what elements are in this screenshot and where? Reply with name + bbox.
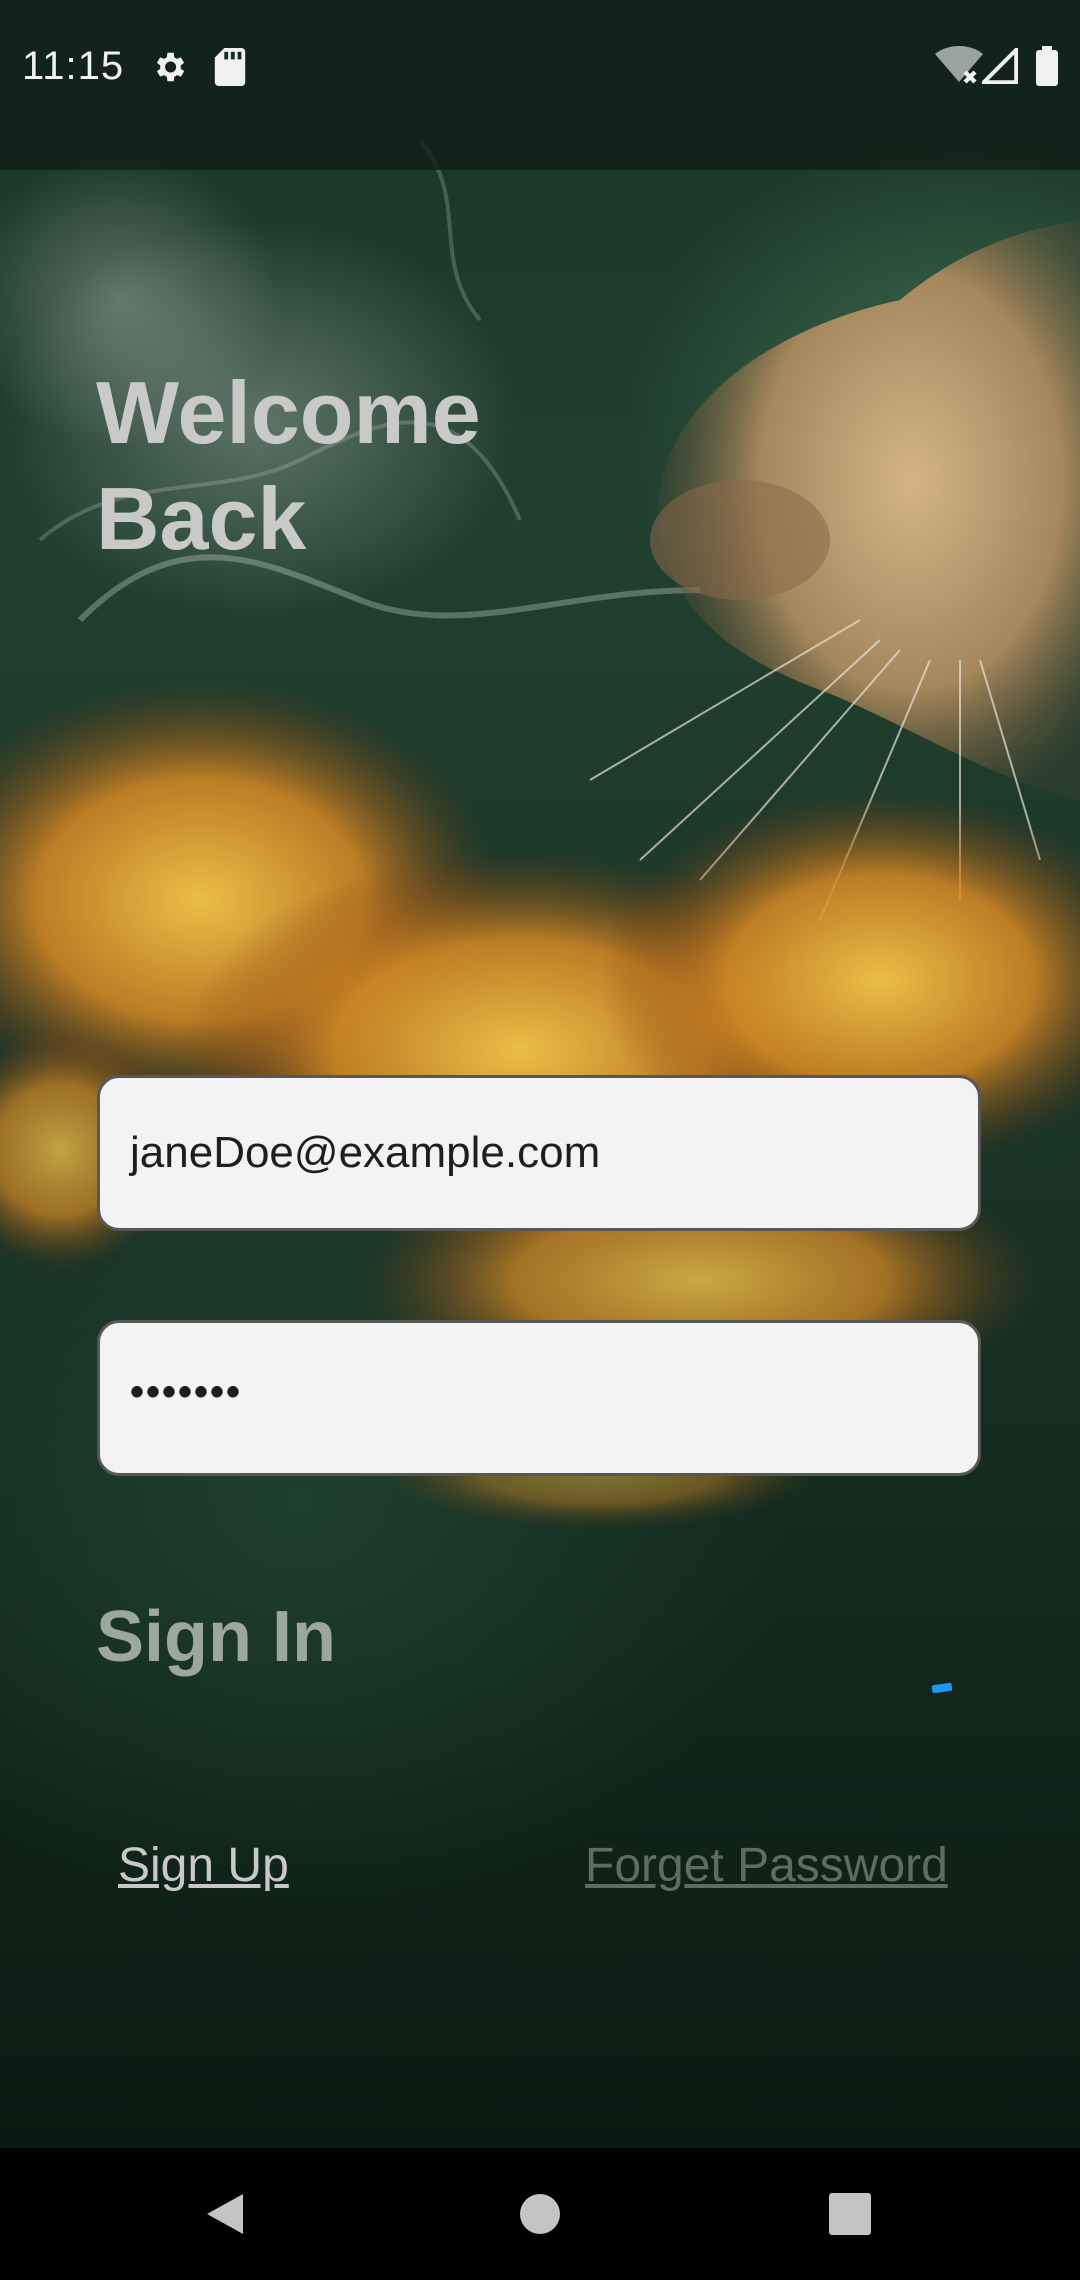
status-bar: 11:15 [0, 0, 1080, 170]
cell-signal-icon [979, 45, 1019, 89]
email-field-value: janeDoe@example.com [130, 1128, 601, 1177]
recents-button[interactable] [770, 2148, 930, 2280]
sign-up-link[interactable]: Sign Up [118, 1838, 289, 1893]
home-button[interactable] [460, 2148, 620, 2280]
sd-card-icon [214, 48, 246, 91]
welcome-heading-line2: Back [96, 469, 307, 568]
navigation-bar [0, 2148, 1080, 2280]
welcome-heading: Welcome Back [96, 360, 481, 572]
sign-in-button[interactable]: Sign In [96, 1596, 336, 1678]
wifi-off-icon [935, 46, 983, 91]
welcome-heading-line1: Welcome [96, 363, 481, 462]
cat-fire-artwork [0, 138, 1080, 1530]
background-image [0, 0, 1080, 2148]
status-time: 11:15 [22, 44, 125, 88]
back-button[interactable] [145, 2148, 305, 2280]
recents-icon [829, 2193, 871, 2235]
back-icon [207, 2194, 243, 2234]
login-screen: 11:15 Welcome Back janeDoe@example.com •… [0, 0, 1080, 2280]
battery-icon [1036, 46, 1058, 91]
password-field[interactable]: ••••••• [97, 1320, 981, 1476]
email-field[interactable]: janeDoe@example.com [97, 1075, 981, 1231]
password-field-value: ••••••• [130, 1369, 243, 1414]
gear-icon [150, 48, 188, 91]
forget-password-link[interactable]: Forget Password [585, 1838, 948, 1893]
home-icon [520, 2194, 560, 2234]
